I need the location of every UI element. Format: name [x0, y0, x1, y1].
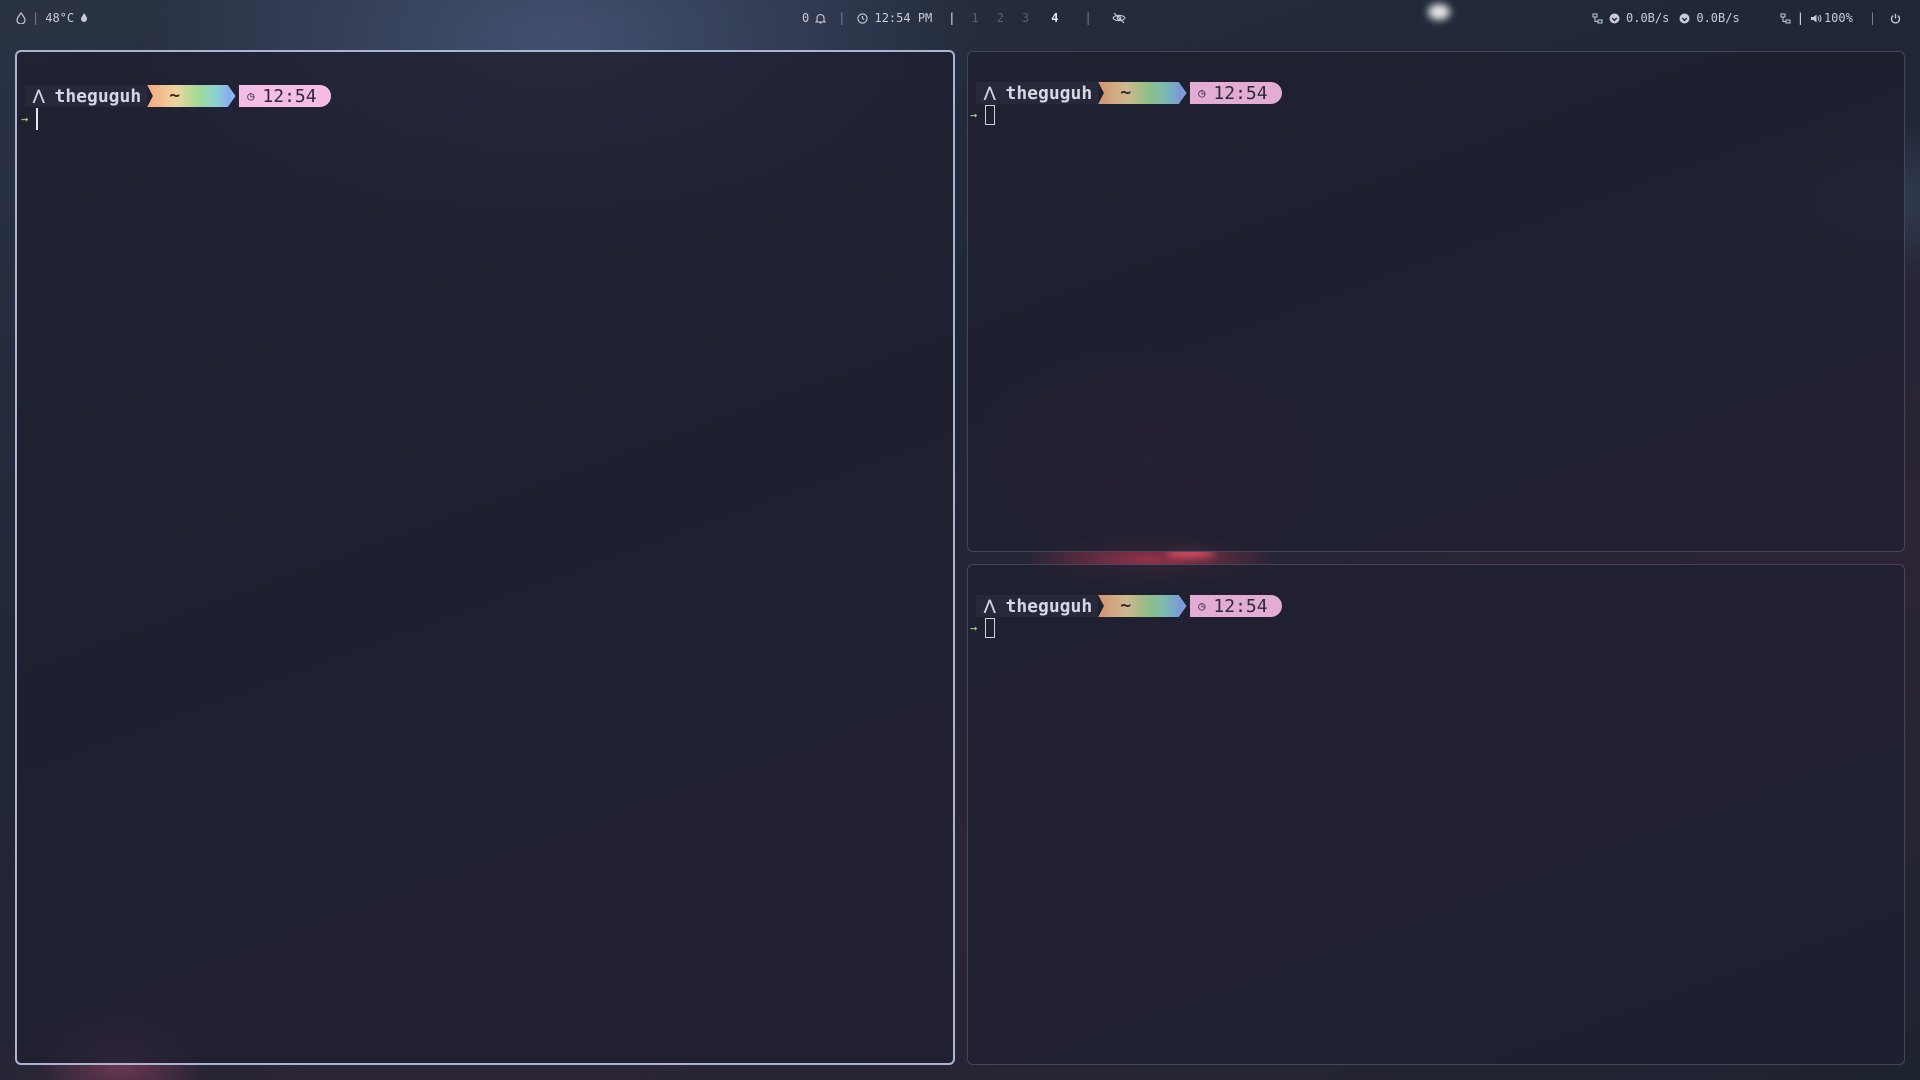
workspace-1[interactable]: 1	[972, 11, 979, 25]
separator: |	[1868, 11, 1877, 25]
prompt-username: theguguh	[54, 85, 142, 107]
clock-icon: ◷	[1198, 599, 1206, 613]
system-status-right: 0.0B/s 0.0B/s | 100% |	[1592, 11, 1901, 25]
flame-icon	[80, 13, 88, 23]
prompt-username: theguguh	[1005, 82, 1093, 104]
prompt-user-segment: ⋀ theguguh	[976, 595, 1099, 617]
separator: |	[1796, 11, 1804, 25]
network-icon[interactable]	[1780, 13, 1791, 24]
separator: |	[32, 11, 40, 25]
prompt-arrow-icon: →	[21, 112, 29, 126]
droplet-icon	[16, 12, 26, 24]
arch-icon: ⋀	[33, 88, 45, 104]
workspace-2[interactable]: 2	[997, 11, 1004, 25]
clock-icon	[857, 12, 869, 24]
prompt-time: 12:54	[1213, 82, 1268, 104]
prompt-directory: ~	[1120, 595, 1132, 616]
workspace-4[interactable]: 4	[1051, 11, 1058, 25]
prompt-directory-segment: ~	[1098, 82, 1187, 104]
workspace-3[interactable]: 3	[1022, 11, 1029, 25]
speaker-icon[interactable]	[1810, 13, 1822, 24]
prompt-directory: ~	[169, 85, 181, 106]
prompt-time: 12:54	[1213, 595, 1268, 617]
shell-prompt: ⋀ theguguh ~ ◷ 12:54	[976, 595, 1282, 617]
prompt-time-segment: ◷ 12:54	[1190, 595, 1282, 617]
prompt-time: 12:54	[262, 85, 317, 107]
prompt-directory-segment: ~	[1098, 595, 1187, 617]
prompt-user-segment: ⋀ theguguh	[976, 82, 1099, 104]
separator: |	[838, 11, 846, 25]
eye-slash-icon[interactable]	[1112, 12, 1126, 24]
clock-icon: ◷	[247, 89, 255, 103]
terminal-window-left[interactable]: ⋀ theguguh ~ ◷ 12:54 →	[15, 50, 955, 1065]
text-cursor	[985, 105, 996, 125]
input-line[interactable]: →	[970, 105, 996, 125]
arch-icon: ⋀	[984, 598, 996, 614]
download-icon	[1679, 13, 1690, 24]
arch-icon: ⋀	[984, 85, 996, 101]
text-cursor	[36, 108, 39, 130]
shell-prompt: ⋀ theguguh ~ ◷ 12:54	[25, 85, 331, 107]
bell-icon[interactable]	[815, 13, 827, 24]
bar-clock[interactable]: 12:54 PM	[874, 11, 932, 25]
cpu-temperature: 48°C	[45, 11, 75, 25]
system-status-left: | 48°C	[16, 11, 88, 25]
prompt-user-segment: ⋀ theguguh	[25, 85, 148, 107]
prompt-time-segment: ◷ 12:54	[239, 85, 331, 107]
clock-icon: ◷	[1198, 86, 1206, 100]
prompt-directory: ~	[1120, 82, 1132, 103]
terminal-window-top-right[interactable]: ⋀ theguguh ~ ◷ 12:54 →	[967, 51, 1905, 552]
prompt-arrow-icon: →	[970, 621, 978, 635]
input-line[interactable]: →	[21, 108, 39, 130]
power-icon[interactable]	[1890, 13, 1901, 24]
prompt-username: theguguh	[1005, 595, 1093, 617]
terminal-window-bottom-right[interactable]: ⋀ theguguh ~ ◷ 12:54 →	[967, 564, 1905, 1065]
shell-prompt: ⋀ theguguh ~ ◷ 12:54	[976, 82, 1282, 104]
system-status-center: 0 | 12:54 PM | 1 2 3 4 |	[802, 11, 1126, 25]
prompt-directory-segment: ~	[147, 85, 236, 107]
volume-level[interactable]: 100%	[1824, 11, 1853, 25]
notification-count[interactable]: 0	[802, 11, 809, 25]
prompt-arrow-icon: →	[970, 108, 978, 122]
upload-icon	[1609, 13, 1620, 24]
text-cursor	[985, 618, 996, 638]
network-icon[interactable]	[1592, 13, 1603, 24]
download-rate: 0.0B/s	[1696, 11, 1740, 25]
upload-rate: 0.0B/s	[1626, 11, 1670, 25]
top-bar: | 48°C 0 | 12:54 PM | 1 2 3 4 | 0.0B/s 0…	[0, 0, 1920, 36]
separator: |	[1084, 11, 1092, 25]
input-line[interactable]: →	[970, 618, 996, 638]
prompt-time-segment: ◷ 12:54	[1190, 82, 1282, 104]
separator: |	[948, 11, 956, 25]
